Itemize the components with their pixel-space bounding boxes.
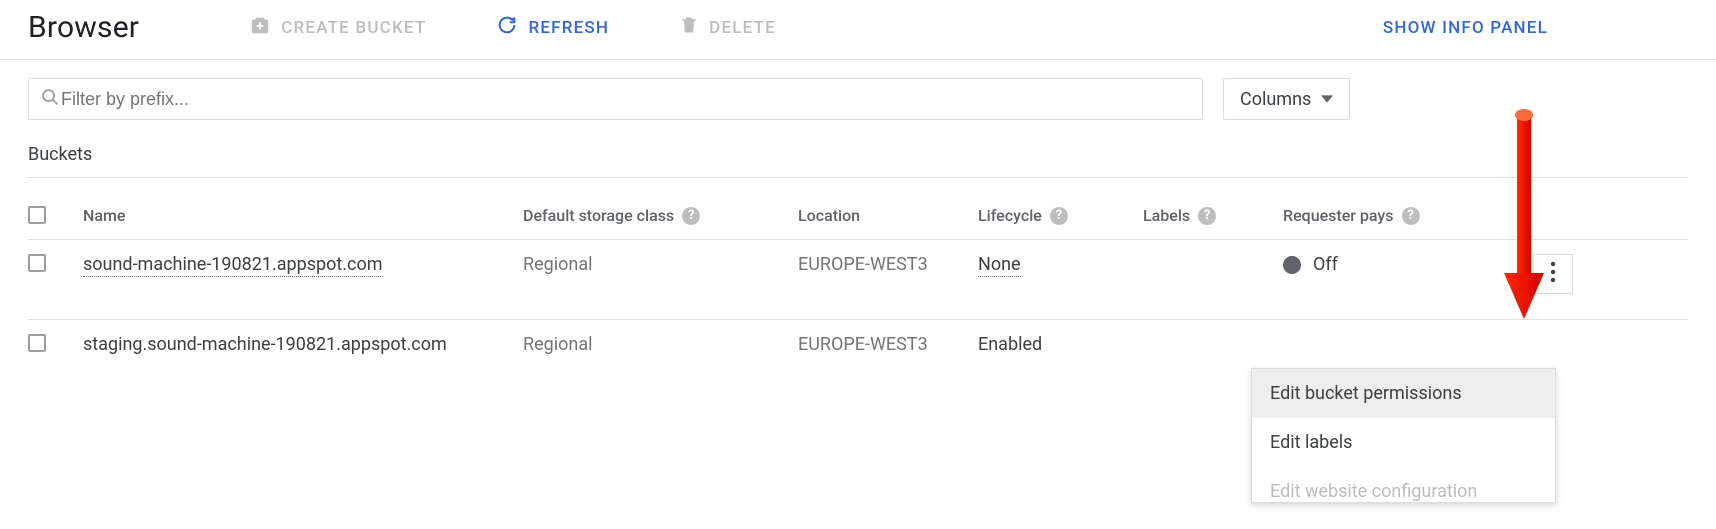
refresh-icon — [496, 14, 518, 41]
search-icon — [39, 86, 61, 112]
row-checkbox[interactable] — [28, 254, 46, 272]
col-location-header: Location — [798, 206, 860, 225]
annotation-arrow-icon — [1500, 105, 1548, 329]
requester-pays-toggle[interactable]: Off — [1283, 254, 1338, 275]
table-row: sound-machine-190821.appspot.com Regiona… — [28, 240, 1688, 320]
filter-input[interactable] — [61, 89, 1192, 110]
create-bucket-label: CREATE BUCKET — [281, 18, 426, 38]
page-title: Browser — [28, 10, 139, 45]
location-value: EUROPE-WEST3 — [798, 334, 978, 355]
show-info-panel-button[interactable]: SHOW INFO PANEL — [1383, 18, 1688, 38]
trash-icon — [679, 14, 699, 41]
row-checkbox[interactable] — [28, 334, 46, 352]
col-name-header[interactable]: Name — [83, 206, 125, 225]
buckets-section-label: Buckets — [0, 128, 1716, 177]
create-bucket-button[interactable]: CREATE BUCKET — [249, 14, 426, 41]
menu-item-edit-labels[interactable]: Edit labels — [1252, 418, 1555, 467]
toggle-knob-icon — [1283, 256, 1301, 274]
storage-class-value: Regional — [523, 334, 798, 355]
menu-item-edit-website-config[interactable]: Edit website configuration — [1252, 467, 1555, 502]
filter-row: Columns — [0, 60, 1716, 128]
lifecycle-link[interactable]: None — [978, 254, 1021, 277]
location-value: EUROPE-WEST3 — [798, 254, 978, 275]
table-header: Name Default storage class? Location Lif… — [28, 178, 1688, 240]
refresh-label: REFRESH — [528, 18, 609, 38]
top-action-bar: Browser CREATE BUCKET REFRESH DELETE SHO… — [0, 0, 1716, 60]
row-actions-menu: Edit bucket permissions Edit labels Edit… — [1251, 368, 1556, 503]
delete-button[interactable]: DELETE — [679, 14, 776, 41]
col-lifecycle-header: Lifecycle? — [978, 206, 1068, 225]
bucket-name-link[interactable]: staging.sound-machine-190821.appspot.com — [83, 334, 523, 355]
delete-label: DELETE — [709, 18, 776, 38]
columns-label: Columns — [1240, 89, 1311, 110]
storage-class-value: Regional — [523, 254, 798, 275]
help-icon[interactable]: ? — [1050, 207, 1068, 225]
more-vert-icon — [1550, 261, 1556, 288]
filter-input-container[interactable] — [28, 78, 1203, 120]
bucket-name-link[interactable]: sound-machine-190821.appspot.com — [83, 254, 383, 277]
select-all-checkbox[interactable] — [28, 206, 46, 224]
lifecycle-link[interactable]: Enabled — [978, 334, 1143, 355]
menu-item-edit-permissions[interactable]: Edit bucket permissions — [1252, 369, 1555, 418]
refresh-button[interactable]: REFRESH — [496, 14, 609, 41]
bucket-plus-icon — [249, 14, 271, 41]
caret-down-icon — [1321, 89, 1333, 110]
help-icon[interactable]: ? — [1402, 207, 1420, 225]
col-requester-pays-header: Requester pays? — [1283, 206, 1420, 225]
help-icon[interactable]: ? — [682, 207, 700, 225]
help-icon[interactable]: ? — [1198, 207, 1216, 225]
col-labels-header: Labels? — [1143, 206, 1216, 225]
requester-pays-value: Off — [1313, 254, 1338, 275]
buckets-table: Name Default storage class? Location Lif… — [0, 178, 1716, 400]
columns-dropdown[interactable]: Columns — [1223, 78, 1350, 120]
col-storage-class-header: Default storage class? — [523, 206, 700, 225]
